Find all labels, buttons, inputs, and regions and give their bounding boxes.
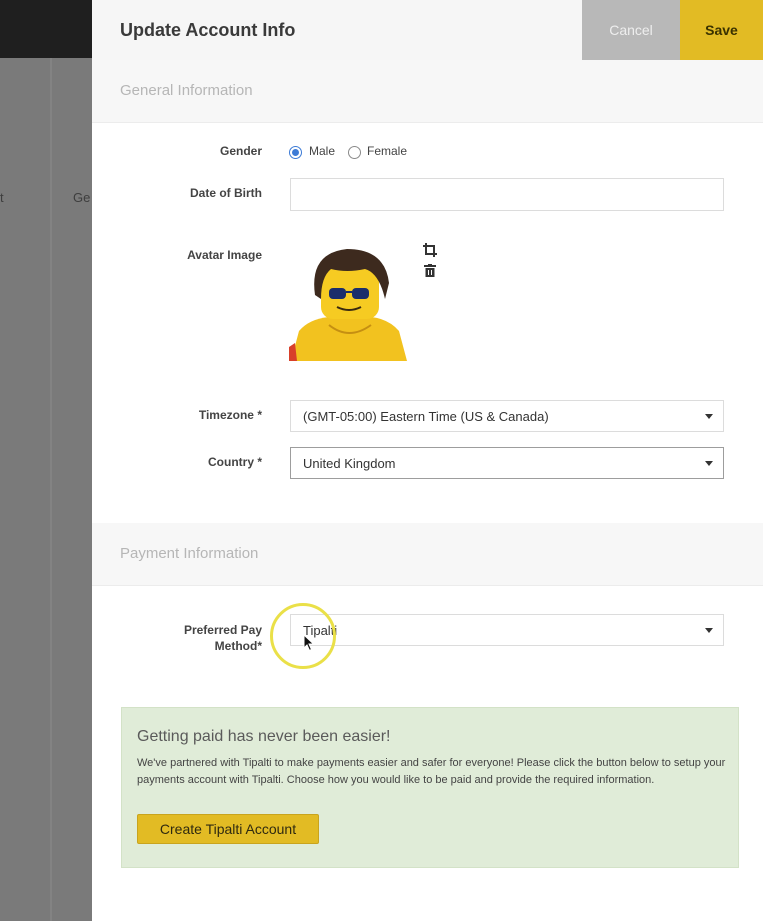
section-general-header: General Information — [92, 60, 763, 123]
avatar-label: Avatar Image — [187, 248, 262, 262]
background-text: t — [0, 190, 4, 205]
section-general-title: General Information — [120, 82, 253, 99]
pay-method-label: Preferred Pay Method* — [92, 622, 262, 654]
dob-input[interactable] — [290, 178, 724, 211]
cancel-button[interactable]: Cancel — [582, 0, 680, 60]
country-value: United Kingdom — [303, 456, 396, 471]
gender-label: Gender — [219, 144, 262, 158]
cursor-icon — [303, 634, 315, 652]
section-payment-title: Payment Information — [120, 545, 259, 562]
save-button[interactable]: Save — [680, 0, 763, 60]
timezone-value: (GMT-05:00) Eastern Time (US & Canada) — [303, 409, 549, 424]
pay-method-label-line1: Preferred Pay — [183, 623, 262, 637]
update-account-panel: Update Account Info Cancel Save General … — [92, 0, 763, 921]
create-tipalti-account-button[interactable]: Create Tipalti Account — [137, 814, 319, 844]
chevron-down-icon — [705, 461, 713, 466]
country-label: Country * — [208, 455, 262, 469]
promo-body: We've partnered with Tipalti to make pay… — [137, 757, 726, 786]
background-topbar — [0, 0, 92, 58]
dob-label: Date of Birth — [190, 186, 262, 200]
timezone-label: Timezone * — [198, 408, 262, 422]
background-text: Ge — [73, 190, 91, 205]
chevron-down-icon — [705, 414, 713, 419]
background-content — [0, 58, 92, 921]
promo-title: Getting paid has never been easier! — [137, 728, 391, 745]
background-divider — [50, 58, 52, 921]
trash-icon[interactable] — [424, 264, 436, 277]
avatar-image — [289, 243, 409, 361]
section-payment-header: Payment Information — [92, 523, 763, 586]
gender-option-female[interactable]: Female — [367, 144, 407, 158]
tipalti-promo-box: Getting paid has never been easier! We'v… — [121, 707, 739, 868]
timezone-select[interactable]: (GMT-05:00) Eastern Time (US & Canada) — [290, 400, 724, 432]
pay-method-label-line2: Method* — [214, 639, 262, 653]
pay-method-select[interactable]: Tipalti — [290, 614, 724, 646]
panel-header: Update Account Info Cancel Save — [92, 0, 763, 60]
gender-option-male[interactable]: Male — [309, 144, 335, 158]
panel-title: Update Account Info — [120, 20, 296, 40]
gender-radio-male[interactable] — [289, 146, 302, 159]
country-select[interactable]: United Kingdom — [290, 447, 724, 479]
gender-radio-female[interactable] — [348, 146, 361, 159]
chevron-down-icon — [705, 628, 713, 633]
crop-icon[interactable] — [423, 243, 437, 257]
